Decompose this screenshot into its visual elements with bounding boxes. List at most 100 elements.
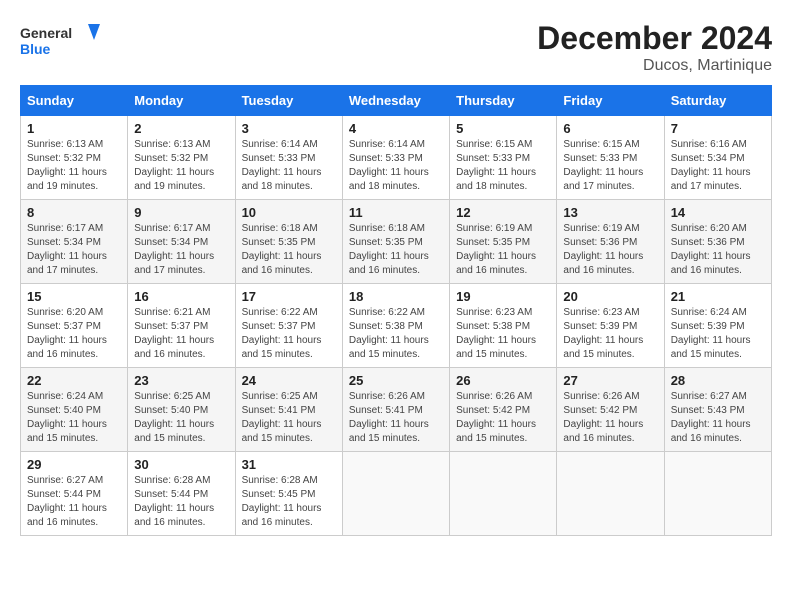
day-number: 2	[134, 121, 228, 136]
day-details: Sunrise: 6:22 AM Sunset: 5:37 PM Dayligh…	[242, 306, 336, 362]
day-number: 10	[242, 205, 336, 220]
calendar-day-cell: 5 Sunrise: 6:15 AM Sunset: 5:33 PM Dayli…	[450, 116, 557, 200]
day-details: Sunrise: 6:26 AM Sunset: 5:41 PM Dayligh…	[349, 390, 443, 446]
day-number: 6	[563, 121, 657, 136]
logo: General Blue	[20, 20, 100, 65]
day-details: Sunrise: 6:25 AM Sunset: 5:40 PM Dayligh…	[134, 390, 228, 446]
calendar-week-row: 15 Sunrise: 6:20 AM Sunset: 5:37 PM Dayl…	[21, 284, 772, 368]
day-number: 17	[242, 289, 336, 304]
svg-text:General: General	[20, 25, 72, 41]
calendar-day-cell: 6 Sunrise: 6:15 AM Sunset: 5:33 PM Dayli…	[557, 116, 664, 200]
day-details: Sunrise: 6:26 AM Sunset: 5:42 PM Dayligh…	[563, 390, 657, 446]
day-number: 14	[671, 205, 765, 220]
day-number: 3	[242, 121, 336, 136]
day-details: Sunrise: 6:17 AM Sunset: 5:34 PM Dayligh…	[134, 222, 228, 278]
calendar-day-cell: 30 Sunrise: 6:28 AM Sunset: 5:44 PM Dayl…	[128, 452, 235, 536]
day-number: 30	[134, 457, 228, 472]
day-of-week-header: Thursday	[450, 86, 557, 116]
day-details: Sunrise: 6:15 AM Sunset: 5:33 PM Dayligh…	[456, 138, 550, 194]
calendar-day-cell: 22 Sunrise: 6:24 AM Sunset: 5:40 PM Dayl…	[21, 368, 128, 452]
day-details: Sunrise: 6:21 AM Sunset: 5:37 PM Dayligh…	[134, 306, 228, 362]
day-number: 16	[134, 289, 228, 304]
svg-text:Blue: Blue	[20, 41, 51, 57]
day-of-week-header: Wednesday	[342, 86, 449, 116]
calendar-day-cell	[342, 452, 449, 536]
day-details: Sunrise: 6:19 AM Sunset: 5:36 PM Dayligh…	[563, 222, 657, 278]
calendar-day-cell: 12 Sunrise: 6:19 AM Sunset: 5:35 PM Dayl…	[450, 200, 557, 284]
day-number: 26	[456, 373, 550, 388]
day-details: Sunrise: 6:23 AM Sunset: 5:39 PM Dayligh…	[563, 306, 657, 362]
day-number: 18	[349, 289, 443, 304]
calendar-day-cell: 28 Sunrise: 6:27 AM Sunset: 5:43 PM Dayl…	[664, 368, 771, 452]
calendar-day-cell: 19 Sunrise: 6:23 AM Sunset: 5:38 PM Dayl…	[450, 284, 557, 368]
calendar-day-cell: 16 Sunrise: 6:21 AM Sunset: 5:37 PM Dayl…	[128, 284, 235, 368]
calendar-day-cell: 24 Sunrise: 6:25 AM Sunset: 5:41 PM Dayl…	[235, 368, 342, 452]
calendar-day-cell: 25 Sunrise: 6:26 AM Sunset: 5:41 PM Dayl…	[342, 368, 449, 452]
calendar-table: SundayMondayTuesdayWednesdayThursdayFrid…	[20, 85, 772, 536]
day-number: 11	[349, 205, 443, 220]
header: General Blue December 2024 Ducos, Martin…	[20, 20, 772, 75]
day-number: 20	[563, 289, 657, 304]
day-details: Sunrise: 6:20 AM Sunset: 5:36 PM Dayligh…	[671, 222, 765, 278]
calendar-day-cell	[664, 452, 771, 536]
day-number: 24	[242, 373, 336, 388]
day-details: Sunrise: 6:18 AM Sunset: 5:35 PM Dayligh…	[242, 222, 336, 278]
day-number: 19	[456, 289, 550, 304]
calendar-week-row: 8 Sunrise: 6:17 AM Sunset: 5:34 PM Dayli…	[21, 200, 772, 284]
day-details: Sunrise: 6:27 AM Sunset: 5:43 PM Dayligh…	[671, 390, 765, 446]
day-of-week-header: Tuesday	[235, 86, 342, 116]
day-details: Sunrise: 6:28 AM Sunset: 5:44 PM Dayligh…	[134, 474, 228, 530]
day-number: 1	[27, 121, 121, 136]
day-details: Sunrise: 6:28 AM Sunset: 5:45 PM Dayligh…	[242, 474, 336, 530]
calendar-day-cell	[557, 452, 664, 536]
calendar-day-cell: 11 Sunrise: 6:18 AM Sunset: 5:35 PM Dayl…	[342, 200, 449, 284]
day-number: 27	[563, 373, 657, 388]
calendar-day-cell: 20 Sunrise: 6:23 AM Sunset: 5:39 PM Dayl…	[557, 284, 664, 368]
calendar-day-cell: 13 Sunrise: 6:19 AM Sunset: 5:36 PM Dayl…	[557, 200, 664, 284]
calendar-day-cell: 18 Sunrise: 6:22 AM Sunset: 5:38 PM Dayl…	[342, 284, 449, 368]
calendar-day-cell: 23 Sunrise: 6:25 AM Sunset: 5:40 PM Dayl…	[128, 368, 235, 452]
day-details: Sunrise: 6:17 AM Sunset: 5:34 PM Dayligh…	[27, 222, 121, 278]
calendar-day-cell: 4 Sunrise: 6:14 AM Sunset: 5:33 PM Dayli…	[342, 116, 449, 200]
day-details: Sunrise: 6:23 AM Sunset: 5:38 PM Dayligh…	[456, 306, 550, 362]
day-number: 15	[27, 289, 121, 304]
day-details: Sunrise: 6:22 AM Sunset: 5:38 PM Dayligh…	[349, 306, 443, 362]
day-number: 29	[27, 457, 121, 472]
calendar-day-cell: 8 Sunrise: 6:17 AM Sunset: 5:34 PM Dayli…	[21, 200, 128, 284]
calendar-day-cell: 17 Sunrise: 6:22 AM Sunset: 5:37 PM Dayl…	[235, 284, 342, 368]
calendar-week-row: 29 Sunrise: 6:27 AM Sunset: 5:44 PM Dayl…	[21, 452, 772, 536]
calendar-day-cell: 2 Sunrise: 6:13 AM Sunset: 5:32 PM Dayli…	[128, 116, 235, 200]
calendar-day-cell: 14 Sunrise: 6:20 AM Sunset: 5:36 PM Dayl…	[664, 200, 771, 284]
day-number: 13	[563, 205, 657, 220]
day-number: 12	[456, 205, 550, 220]
day-number: 5	[456, 121, 550, 136]
calendar-day-cell: 3 Sunrise: 6:14 AM Sunset: 5:33 PM Dayli…	[235, 116, 342, 200]
day-details: Sunrise: 6:18 AM Sunset: 5:35 PM Dayligh…	[349, 222, 443, 278]
day-number: 9	[134, 205, 228, 220]
calendar-day-cell: 29 Sunrise: 6:27 AM Sunset: 5:44 PM Dayl…	[21, 452, 128, 536]
calendar-header-row: SundayMondayTuesdayWednesdayThursdayFrid…	[21, 86, 772, 116]
day-number: 4	[349, 121, 443, 136]
calendar-day-cell: 26 Sunrise: 6:26 AM Sunset: 5:42 PM Dayl…	[450, 368, 557, 452]
day-details: Sunrise: 6:14 AM Sunset: 5:33 PM Dayligh…	[242, 138, 336, 194]
day-details: Sunrise: 6:19 AM Sunset: 5:35 PM Dayligh…	[456, 222, 550, 278]
day-details: Sunrise: 6:13 AM Sunset: 5:32 PM Dayligh…	[27, 138, 121, 194]
location-title: Ducos, Martinique	[537, 57, 772, 75]
calendar-week-row: 22 Sunrise: 6:24 AM Sunset: 5:40 PM Dayl…	[21, 368, 772, 452]
day-number: 28	[671, 373, 765, 388]
calendar-day-cell: 31 Sunrise: 6:28 AM Sunset: 5:45 PM Dayl…	[235, 452, 342, 536]
day-details: Sunrise: 6:27 AM Sunset: 5:44 PM Dayligh…	[27, 474, 121, 530]
day-number: 8	[27, 205, 121, 220]
calendar-day-cell: 27 Sunrise: 6:26 AM Sunset: 5:42 PM Dayl…	[557, 368, 664, 452]
day-details: Sunrise: 6:26 AM Sunset: 5:42 PM Dayligh…	[456, 390, 550, 446]
day-details: Sunrise: 6:15 AM Sunset: 5:33 PM Dayligh…	[563, 138, 657, 194]
logo-svg: General Blue	[20, 20, 100, 65]
day-number: 21	[671, 289, 765, 304]
month-title: December 2024	[537, 20, 772, 57]
day-number: 7	[671, 121, 765, 136]
day-details: Sunrise: 6:24 AM Sunset: 5:39 PM Dayligh…	[671, 306, 765, 362]
day-details: Sunrise: 6:13 AM Sunset: 5:32 PM Dayligh…	[134, 138, 228, 194]
day-of-week-header: Saturday	[664, 86, 771, 116]
calendar-day-cell: 9 Sunrise: 6:17 AM Sunset: 5:34 PM Dayli…	[128, 200, 235, 284]
day-details: Sunrise: 6:16 AM Sunset: 5:34 PM Dayligh…	[671, 138, 765, 194]
